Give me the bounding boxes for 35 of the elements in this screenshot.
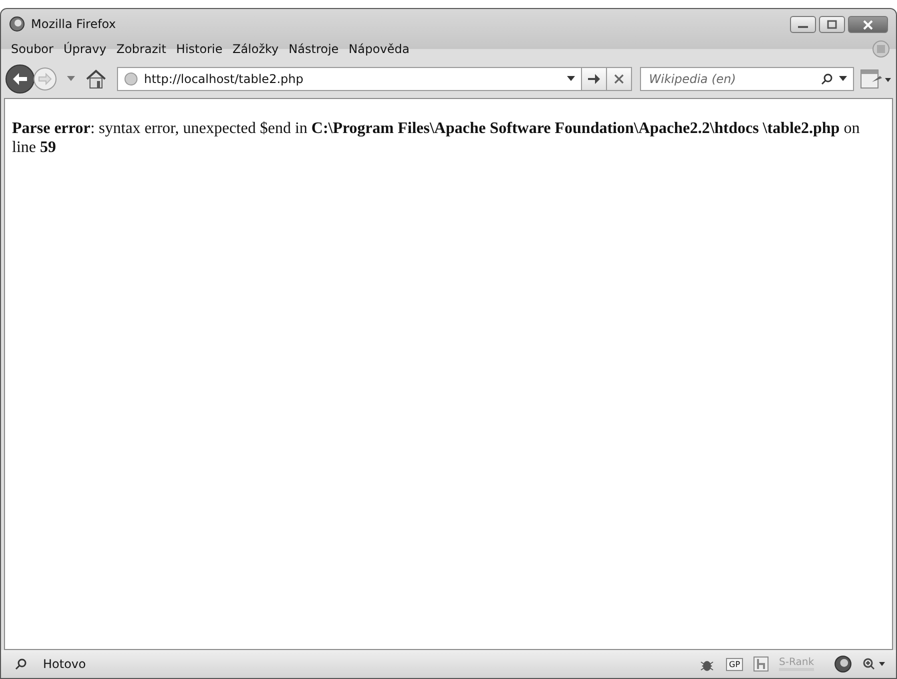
page-icon[interactable] bbox=[753, 656, 770, 672]
gp-badge[interactable]: GP bbox=[726, 658, 744, 670]
zoom-icon[interactable] bbox=[862, 657, 886, 671]
minimize-button[interactable] bbox=[790, 16, 816, 33]
menu-item[interactable]: Záložky bbox=[228, 42, 283, 56]
notepad-icon[interactable] bbox=[858, 68, 892, 90]
dropdown-arrow-icon[interactable] bbox=[839, 76, 847, 82]
search-icon[interactable] bbox=[15, 658, 27, 670]
browser-logo-icon bbox=[9, 16, 25, 32]
menu-item[interactable]: Zobrazit bbox=[112, 42, 170, 56]
menu-item[interactable]: Nástroje bbox=[284, 42, 343, 56]
page-icon bbox=[124, 72, 138, 86]
menu-item[interactable]: Nápověda bbox=[344, 42, 414, 56]
arrow-icon bbox=[587, 73, 601, 85]
window-title: Mozilla Firefox bbox=[31, 16, 116, 30]
home-icon[interactable] bbox=[85, 68, 107, 90]
maximize-icon bbox=[826, 20, 838, 30]
browser-logo-icon[interactable] bbox=[834, 655, 852, 673]
menu-item[interactable]: Úpravy bbox=[59, 42, 110, 56]
throbber-icon bbox=[872, 40, 890, 58]
search-box[interactable]: Wikipedia (en) bbox=[640, 67, 854, 91]
error-message: Parse error: syntax error, unexpected $end in C:\Program Files\Apache Software Foundation\Apache2.2\htdocs \table2.php on line 59 bbox=[12, 119, 861, 157]
go-button[interactable] bbox=[581, 67, 607, 91]
close-button[interactable] bbox=[848, 16, 888, 33]
back-button[interactable] bbox=[5, 64, 35, 94]
close-icon bbox=[862, 20, 874, 30]
menu-item[interactable]: Soubor bbox=[7, 42, 58, 56]
status-text: Hotovo bbox=[43, 657, 86, 671]
stop-button[interactable] bbox=[606, 67, 632, 91]
maximize-button[interactable] bbox=[819, 16, 845, 33]
address-field[interactable]: http://localhost/table2.php bbox=[117, 67, 582, 91]
search-icon[interactable] bbox=[821, 73, 833, 85]
menu-item[interactable]: Historie bbox=[172, 42, 226, 56]
close-icon bbox=[613, 73, 625, 85]
dropdown-arrow-icon[interactable] bbox=[567, 76, 575, 82]
